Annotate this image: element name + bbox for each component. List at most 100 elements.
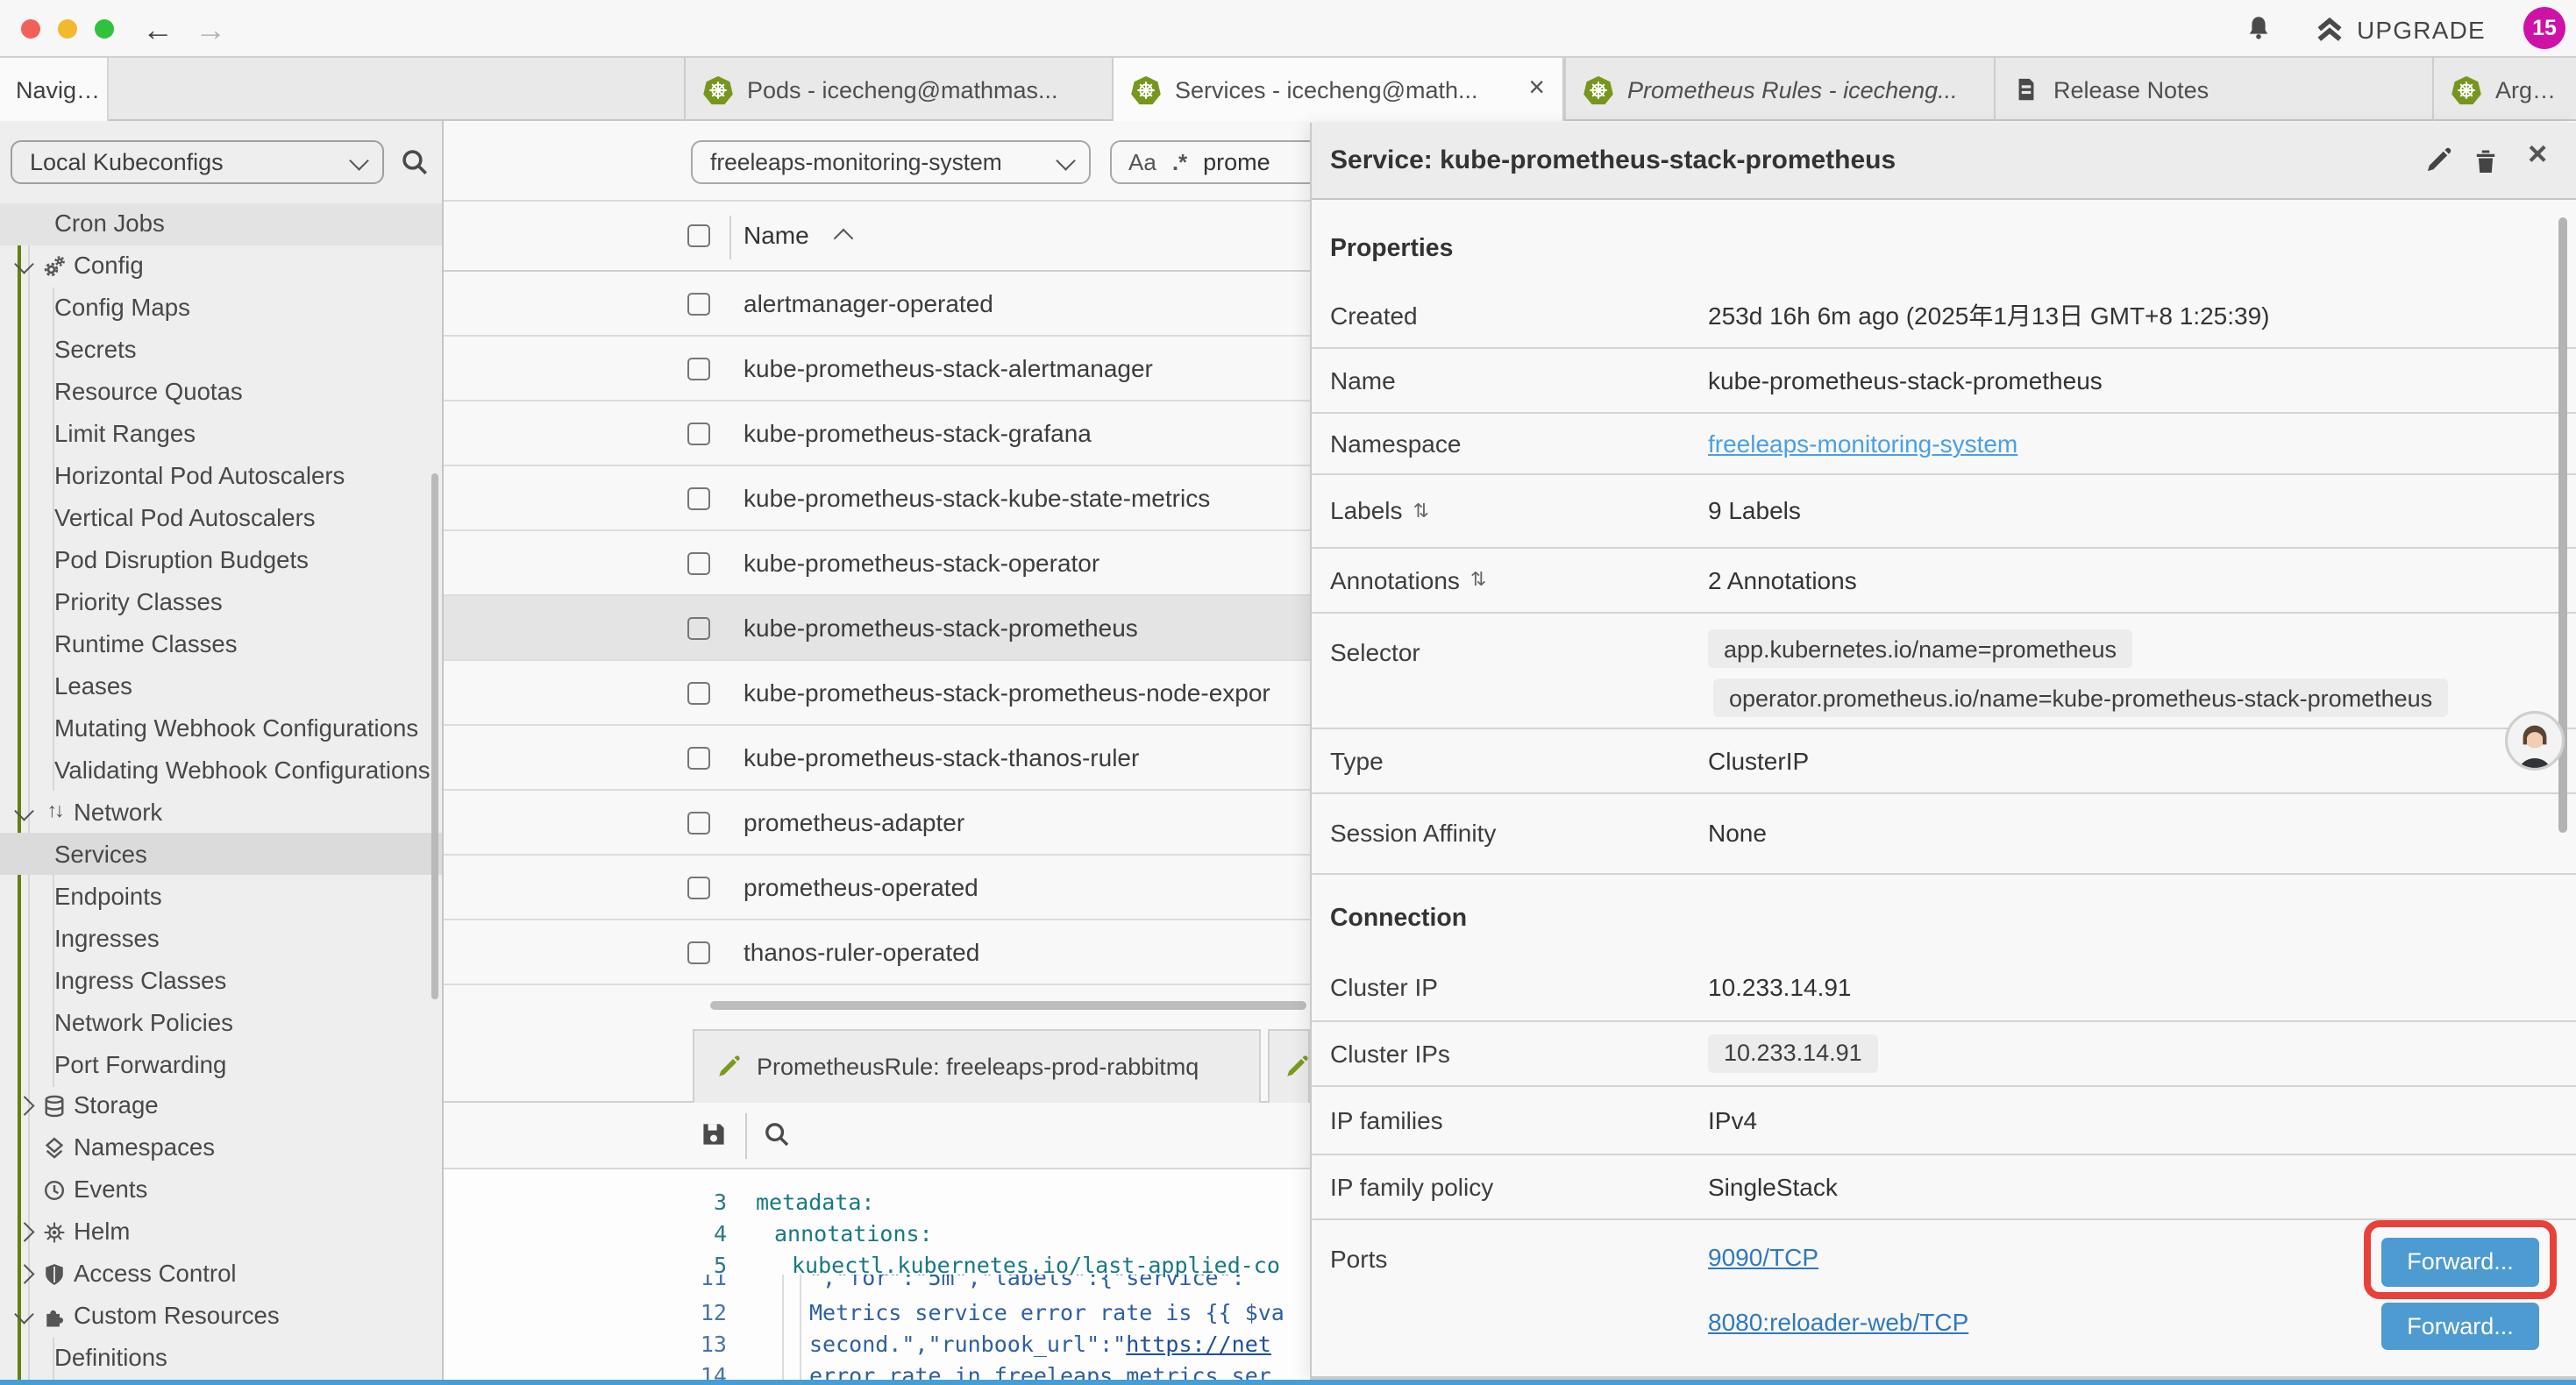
sidebar-item-storage[interactable]: Storage	[0, 1085, 442, 1127]
chevron-right-icon[interactable]	[18, 1268, 40, 1281]
close-icon[interactable]: ×	[2528, 137, 2547, 175]
sidebar-item-validating-webhook-configurations[interactable]: Validating Webhook Configurations	[0, 749, 442, 792]
maximize-window-button[interactable]	[95, 19, 114, 39]
sidebar-item-secrets[interactable]: Secrets	[0, 330, 442, 372]
tab-navigator[interactable]: Navigator	[0, 58, 109, 121]
sidebar-item-endpoints[interactable]: Endpoints	[0, 876, 442, 918]
row-checkbox[interactable]	[687, 551, 710, 574]
close-window-button[interactable]	[21, 19, 40, 39]
row-checkbox[interactable]	[687, 941, 710, 963]
sort-icon[interactable]: ⇅	[1413, 500, 1429, 522]
sidebar-item-horizontal-pod-autoscalers[interactable]: Horizontal Pod Autoscalers	[0, 455, 442, 497]
row-checkbox[interactable]	[687, 616, 710, 639]
namespace-link[interactable]: freeleaps-monitoring-system	[1708, 430, 2017, 458]
row-checkbox[interactable]	[687, 876, 710, 898]
sidebar-item-cron-jobs[interactable]: Cron Jobs	[0, 203, 442, 245]
sidebar-item-events[interactable]: Events	[0, 1169, 442, 1211]
minimize-window-button[interactable]	[58, 19, 77, 39]
namespace-selector[interactable]: freeleaps-monitoring-system	[691, 140, 1091, 184]
table-row[interactable]: alertmanager-operated	[443, 272, 1309, 337]
table-row[interactable]: kube-prometheus-stack-grafana	[443, 401, 1309, 466]
yaml-editor[interactable]: 3 metadata: 4 annotations: 5 kubectl.kub…	[443, 1169, 1309, 1380]
upgrade-button[interactable]: UPGRADE	[2315, 11, 2486, 49]
sidebar-item-config[interactable]: Config	[0, 245, 442, 288]
sort-ascending-icon[interactable]	[833, 228, 853, 248]
tab-services[interactable]: Services - icecheng@math... ×	[1112, 58, 1564, 121]
tab-release-notes[interactable]: Release Notes	[1994, 58, 2432, 121]
search-icon[interactable]	[762, 1120, 790, 1148]
sidebar-item-runtime-classes[interactable]: Runtime Classes	[0, 623, 442, 665]
user-avatar[interactable]	[2503, 710, 2565, 771]
notification-badge[interactable]: 15	[2523, 7, 2565, 49]
chevron-down-icon[interactable]	[18, 259, 40, 273]
row-checkbox[interactable]	[687, 811, 710, 834]
sidebar-item-ingresses[interactable]: Ingresses	[0, 917, 442, 959]
sidebar-item-leases[interactable]: Leases	[0, 665, 442, 707]
chevron-down-icon[interactable]	[18, 806, 40, 819]
row-checkbox[interactable]	[687, 422, 710, 444]
port-link-9090[interactable]: 9090/TCP	[1708, 1243, 1818, 1271]
sidebar-item-limit-ranges[interactable]: Limit Ranges	[0, 414, 442, 456]
sort-icon[interactable]: ⇅	[1470, 569, 1486, 592]
horizontal-scrollbar[interactable]	[710, 1000, 1306, 1010]
runbook-url-link[interactable]: https://net	[1126, 1331, 1271, 1357]
regex-toggle[interactable]: .*	[1172, 149, 1187, 175]
sidebar-item-namespaces[interactable]: Namespaces	[0, 1127, 442, 1169]
back-button[interactable]: ←	[142, 6, 174, 52]
select-all-checkbox[interactable]	[687, 224, 710, 246]
sidebar-scrollbar[interactable]	[431, 473, 438, 999]
sidebar-item-pod-disruption-budgets[interactable]: Pod Disruption Budgets	[0, 539, 442, 581]
tab-pods[interactable]: Pods - icecheng@mathmas...	[684, 58, 1112, 121]
forward-button[interactable]: →	[195, 6, 226, 52]
sidebar-item-ingress-classes[interactable]: Ingress Classes	[0, 959, 442, 1001]
sidebar-item-priority-classes[interactable]: Priority Classes	[0, 581, 442, 623]
table-row[interactable]: kube-prometheus-stack-operator	[443, 531, 1309, 596]
sidebar-item-resource-quotas[interactable]: Resource Quotas	[0, 372, 442, 414]
tab-prometheus-rules[interactable]: Prometheus Rules - icecheng...	[1564, 58, 1994, 121]
sidebar-item-port-forwarding[interactable]: Port Forwarding	[0, 1043, 442, 1085]
sidebar-item-access-control[interactable]: Access Control	[0, 1254, 442, 1296]
chevron-right-icon[interactable]	[18, 1099, 40, 1112]
chevron-right-icon[interactable]	[18, 1225, 40, 1239]
delete-trash-icon[interactable]	[2470, 146, 2500, 175]
table-row[interactable]: prometheus-adapter	[443, 791, 1309, 856]
table-row[interactable]: kube-prometheus-stack-prometheus-node-ex…	[443, 661, 1309, 726]
sidebar-item-helm[interactable]: Helm	[0, 1211, 442, 1254]
editor-tab-prometheusrule[interactable]: PrometheusRule: freeleaps-prod-rabbitmq	[692, 1028, 1260, 1103]
document-icon	[2013, 75, 2039, 103]
editor-tab-partial[interactable]	[1267, 1028, 1309, 1103]
table-row[interactable]: kube-prometheus-stack-alertmanager	[443, 337, 1309, 401]
row-checkbox[interactable]	[687, 357, 710, 380]
bell-icon[interactable]	[2245, 14, 2273, 42]
port-link-8080[interactable]: 8080:reloader-web/TCP	[1708, 1307, 1968, 1335]
table-row[interactable]: kube-prometheus-stack-prometheus	[443, 596, 1309, 661]
close-tab-icon[interactable]: ×	[1518, 74, 1545, 105]
sidebar-item-network-policies[interactable]: Network Policies	[0, 1001, 442, 1043]
row-checkbox[interactable]	[687, 746, 710, 769]
table-row[interactable]: kube-prometheus-stack-thanos-ruler	[443, 726, 1309, 791]
sidebar-item-definitions[interactable]: Definitions	[0, 1337, 442, 1379]
table-row[interactable]: thanos-ruler-operated	[443, 920, 1309, 985]
chevron-down-icon[interactable]	[18, 1310, 40, 1323]
name-column-header[interactable]: Name	[744, 220, 809, 248]
tab-argo[interactable]: Argo Se	[2432, 58, 2576, 121]
sidebar-item-mutating-webhook-configurations[interactable]: Mutating Webhook Configurations	[0, 707, 442, 749]
sidebar-item-services[interactable]: Services	[0, 834, 442, 876]
table-row[interactable]: kube-prometheus-stack-kube-state-metrics	[443, 466, 1309, 531]
sidebar-item-network[interactable]: ↑↓Network	[0, 792, 442, 834]
sidebar-item-config-maps[interactable]: Config Maps	[0, 288, 442, 330]
search-input[interactable]: Aa .* prome	[1109, 140, 1309, 184]
match-case-toggle[interactable]: Aa	[1128, 149, 1156, 175]
row-checkbox[interactable]	[687, 681, 710, 704]
table-row[interactable]: prometheus-operated	[443, 856, 1309, 920]
property-label: Cluster IP	[1330, 974, 1438, 1002]
sidebar-item-custom-resources[interactable]: Custom Resources	[0, 1296, 442, 1338]
search-icon[interactable]	[400, 147, 430, 177]
save-icon[interactable]	[699, 1120, 727, 1148]
kubeconfig-selector[interactable]: Local Kubeconfigs	[11, 140, 384, 184]
edit-pencil-icon[interactable]	[2423, 146, 2452, 175]
sidebar-item-vertical-pod-autoscalers[interactable]: Vertical Pod Autoscalers	[0, 497, 442, 539]
row-checkbox[interactable]	[687, 292, 710, 315]
row-checkbox[interactable]	[687, 487, 710, 509]
forward-button[interactable]: Forward...	[2381, 1302, 2539, 1350]
